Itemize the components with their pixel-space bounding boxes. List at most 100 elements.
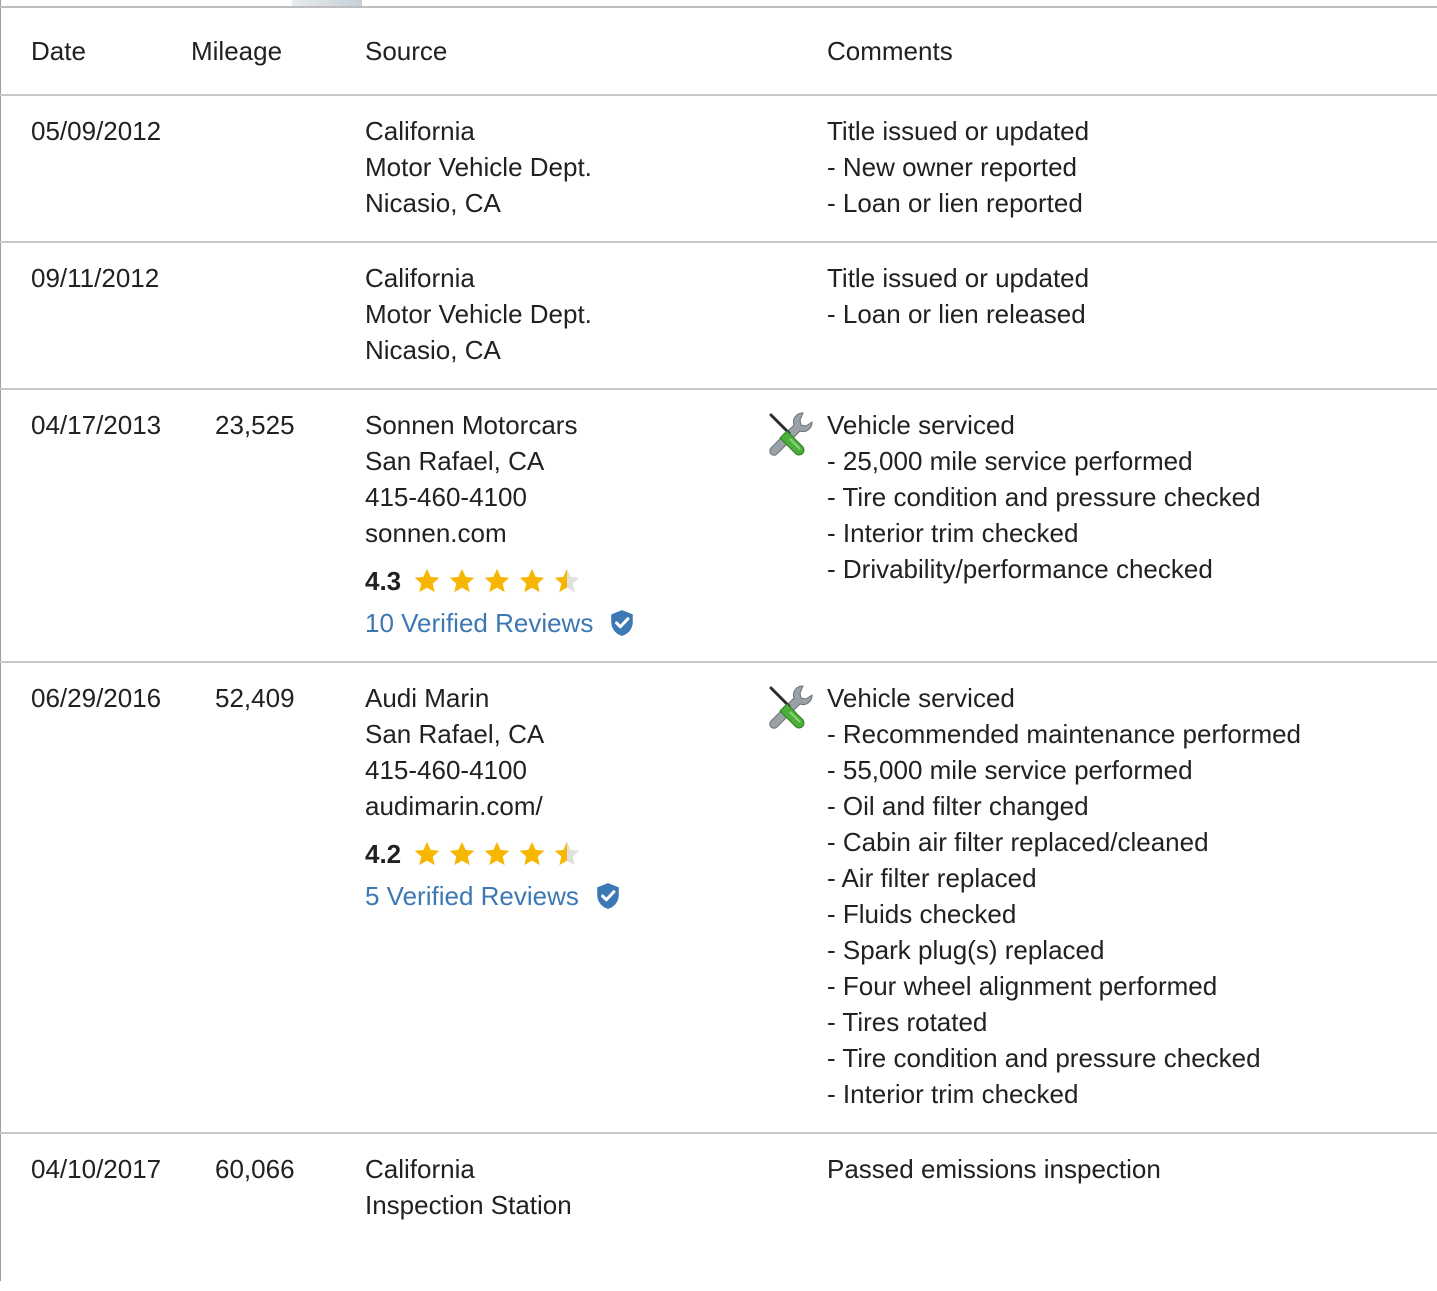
comment-item: - Air filter replaced: [827, 863, 1037, 893]
comment-item: - Loan or lien reported: [827, 188, 1083, 218]
comment-title: Vehicle serviced: [827, 683, 1015, 713]
row-comments: Title issued or updated - New owner repor…: [827, 95, 1437, 243]
star-icon: [554, 841, 580, 866]
star-icon: [519, 568, 545, 593]
row-comments: Title issued or updated - Loan or lien re…: [827, 242, 1437, 390]
row-mileage: [190, 95, 365, 243]
reviews-row: 10 Verified Reviews: [365, 605, 755, 641]
comment-title: Vehicle serviced: [827, 410, 1015, 440]
source-line: Motor Vehicle Dept.: [365, 299, 592, 329]
rating-row: 4.3: [365, 563, 755, 599]
comment-item: - Recommended maintenance performed: [827, 719, 1302, 749]
wrench-screwdriver-icon: [769, 412, 813, 456]
source-line: San Rafael, CA: [365, 719, 545, 749]
row-comments: Vehicle serviced - 25,000 mile service pe…: [827, 389, 1437, 663]
verified-shield-icon: [597, 883, 619, 909]
source-line: California: [365, 263, 475, 293]
table-row: 09/11/2012 California Motor Vehicle Dept.…: [0, 242, 1437, 390]
row-date: 06/29/2016: [0, 662, 190, 1134]
row-date: 05/09/2012: [0, 95, 190, 243]
column-header-mileage: Mileage: [190, 8, 365, 96]
source-line: Audi Marin: [365, 683, 490, 713]
row-source: Audi Marin San Rafael, CA 415-460-4100 audi…: [365, 662, 755, 1134]
column-header-date: Date: [0, 8, 190, 96]
row-icon-cell: [755, 662, 827, 1134]
rating-value: 4.3: [365, 566, 402, 596]
comment-item: - Tire condition and pressure checked: [827, 1043, 1261, 1073]
comment-item: - Spark plug(s) replaced: [827, 935, 1105, 965]
source-line: 415-460-4100: [365, 755, 527, 785]
row-date: 04/10/2017: [31, 1154, 162, 1184]
comment-item: - Four wheel alignment performed: [827, 971, 1218, 1001]
column-header-icon-spacer: [755, 8, 827, 96]
row-comments: Passed emissions inspection: [827, 1133, 1437, 1291]
row-source: California Inspection Station: [365, 1133, 755, 1291]
column-header-comments: Comments: [827, 8, 1437, 96]
row-source: Sonnen Motorcars San Rafael, CA 415-460-41…: [365, 389, 755, 663]
row-mileage: 60,066: [215, 1154, 295, 1184]
row-source: California Motor Vehicle Dept. Nicasio, CA: [365, 95, 755, 243]
comment-title: Title issued or updated: [827, 116, 1090, 146]
star-icon: [449, 568, 475, 593]
source-line: San Rafael, CA: [365, 446, 545, 476]
row-comments: Vehicle serviced - Recommended maintenanc…: [827, 662, 1437, 1134]
source-line: Nicasio, CA: [365, 188, 501, 218]
comment-item: - Fluids checked: [827, 899, 1017, 929]
source-line: audimarin.com/: [365, 791, 543, 821]
table-row: 04/10/2017 60,066 California Inspection S…: [0, 1133, 1437, 1291]
source-line: Motor Vehicle Dept.: [365, 152, 592, 182]
star-rating: [413, 567, 588, 595]
star-icon: [414, 841, 440, 866]
column-header-source: Source: [365, 8, 755, 96]
source-line: California: [365, 116, 475, 146]
source-line: Inspection Station: [365, 1190, 572, 1220]
comment-item: - Tires rotated: [827, 1007, 988, 1037]
reviews-row: 5 Verified Reviews: [365, 878, 755, 914]
source-line: Sonnen Motorcars: [365, 410, 578, 440]
source-line: California: [365, 1154, 475, 1184]
row-mileage: 52,409: [190, 662, 365, 1134]
comment-item: - 55,000 mile service performed: [827, 755, 1193, 785]
star-icon: [554, 568, 580, 593]
comment-title: Title issued or updated: [827, 263, 1090, 293]
row-mileage: 23,525: [190, 389, 365, 663]
vehicle-history-table: Date Mileage Source Comments 05/09/2012 …: [0, 8, 1437, 1291]
row-icon-cell: [755, 1133, 827, 1291]
star-icon: [484, 841, 510, 866]
source-line: 415-460-4100: [365, 482, 527, 512]
table-body: 05/09/2012 California Motor Vehicle Dept.…: [0, 95, 1437, 1291]
comment-item: - Interior trim checked: [827, 518, 1079, 548]
wrench-screwdriver-icon: [769, 685, 813, 729]
source-line: Nicasio, CA: [365, 335, 501, 365]
comment-item: - Drivability/performance checked: [827, 554, 1213, 584]
source-line: sonnen.com: [365, 518, 507, 548]
row-source: California Motor Vehicle Dept. Nicasio, CA: [365, 242, 755, 390]
row-date: 04/17/2013: [0, 389, 190, 663]
comment-item: - Interior trim checked: [827, 1079, 1079, 1109]
table-row: 04/17/2013 23,525 Sonnen Motorcars San Ra…: [0, 389, 1437, 663]
rating-row: 4.2: [365, 836, 755, 872]
row-icon-cell: [755, 389, 827, 663]
star-icon: [484, 568, 510, 593]
verified-reviews-link[interactable]: 5 Verified Reviews: [365, 878, 579, 914]
star-icon: [414, 568, 440, 593]
comment-item: - Cabin air filter replaced/cleaned: [827, 827, 1209, 857]
star-icon: [449, 841, 475, 866]
row-icon-cell: [755, 242, 827, 390]
table-row: 05/09/2012 California Motor Vehicle Dept.…: [0, 95, 1437, 243]
star-icon: [519, 841, 545, 866]
comment-item: - Oil and filter changed: [827, 791, 1089, 821]
table-header-row: Date Mileage Source Comments: [0, 8, 1437, 96]
table-row: 06/29/2016 52,409 Audi Marin San Rafael, …: [0, 662, 1437, 1134]
comment-item: - 25,000 mile service performed: [827, 446, 1193, 476]
star-rating: [413, 840, 588, 868]
comment-item: - Loan or lien released: [827, 299, 1086, 329]
row-icon-cell: [755, 95, 827, 243]
verified-reviews-link[interactable]: 10 Verified Reviews: [365, 605, 593, 641]
rating-value: 4.2: [365, 839, 402, 869]
comment-item: - Tire condition and pressure checked: [827, 482, 1261, 512]
comment-title: Passed emissions inspection: [827, 1154, 1161, 1184]
verified-shield-icon: [611, 610, 634, 636]
row-mileage: [190, 242, 365, 390]
row-date: 09/11/2012: [0, 242, 190, 390]
